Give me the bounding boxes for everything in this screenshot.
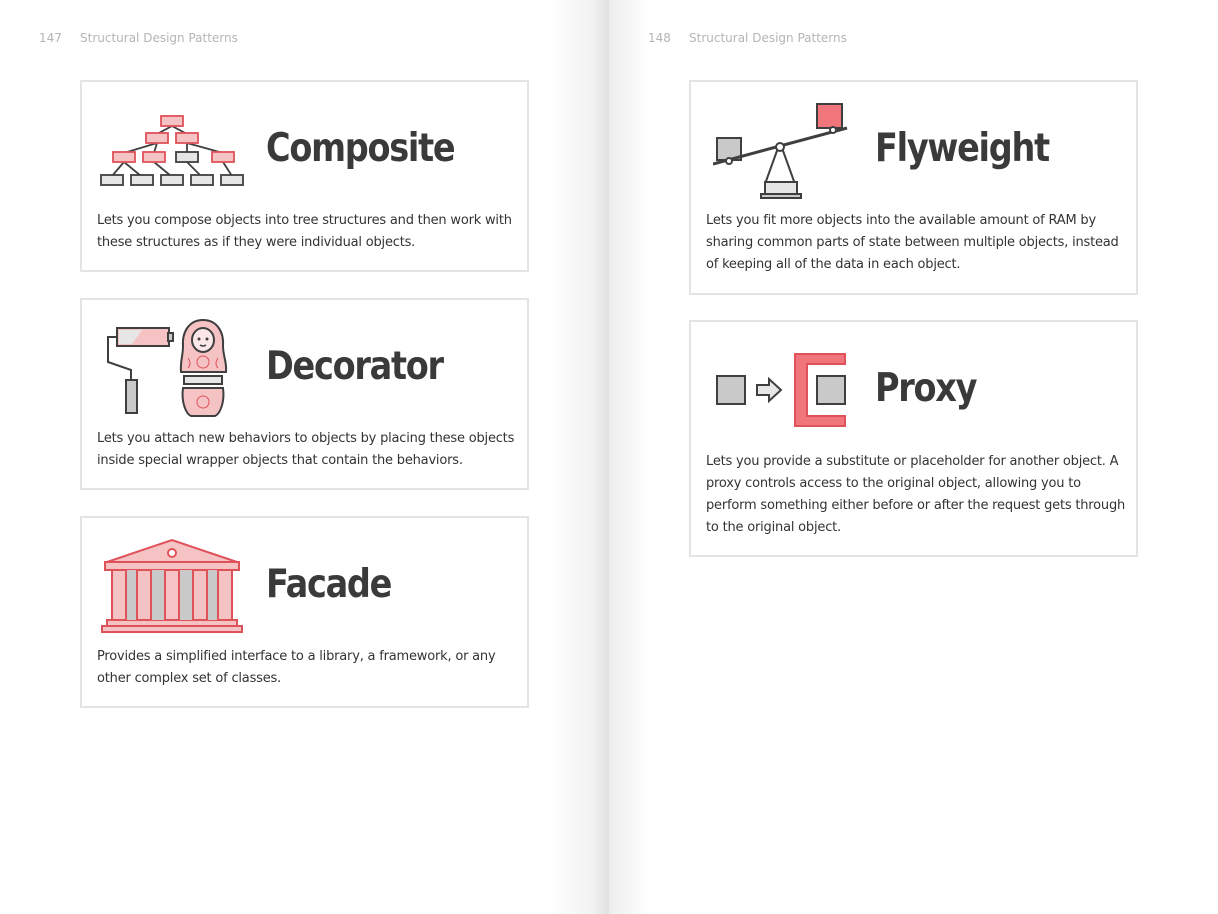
- card-description: Lets you attach new behaviors to objects…: [97, 431, 515, 468]
- tree-hierarchy-icon: [100, 115, 244, 186]
- left-page: 147 Structural Design Patterns Composite…: [0, 0, 609, 914]
- composite-card: Composite Lets you compose objects into …: [80, 80, 529, 272]
- page-number: 147: [39, 31, 62, 45]
- decorator-card: Decorator Lets you attach new behaviors …: [80, 298, 529, 490]
- proxy-card: Proxy Lets you provide a substitute or p…: [689, 320, 1138, 557]
- temple-facade-icon: [101, 538, 243, 633]
- proxy-bracket-icon: [716, 353, 846, 427]
- card-title: Flyweight: [875, 126, 1050, 171]
- right-page: 148 Structural Design Patterns Flyweight…: [609, 0, 1218, 914]
- facade-card: Facade Provides a simplified interface t…: [80, 516, 529, 708]
- card-title: Decorator: [266, 344, 444, 389]
- flyweight-card: Flyweight Lets you fit more objects into…: [689, 80, 1138, 295]
- section-title: Structural Design Patterns: [689, 31, 847, 45]
- card-description: Lets you provide a substitute or placeho…: [706, 454, 1126, 535]
- left-gutter-shadow: [549, 0, 609, 914]
- page-number: 148: [648, 31, 671, 45]
- card-description: Provides a simplified interface to a lib…: [97, 649, 496, 686]
- right-gutter-shadow: [609, 0, 649, 914]
- card-description: Lets you compose objects into tree struc…: [97, 213, 512, 250]
- card-title: Proxy: [875, 366, 978, 411]
- paint-roller-matryoshka-icon: [107, 318, 228, 417]
- seesaw-icon: [713, 103, 848, 199]
- card-title: Composite: [266, 126, 456, 171]
- section-title: Structural Design Patterns: [80, 31, 238, 45]
- card-description: Lets you fit more objects into the avail…: [706, 213, 1119, 272]
- card-title: Facade: [266, 562, 392, 607]
